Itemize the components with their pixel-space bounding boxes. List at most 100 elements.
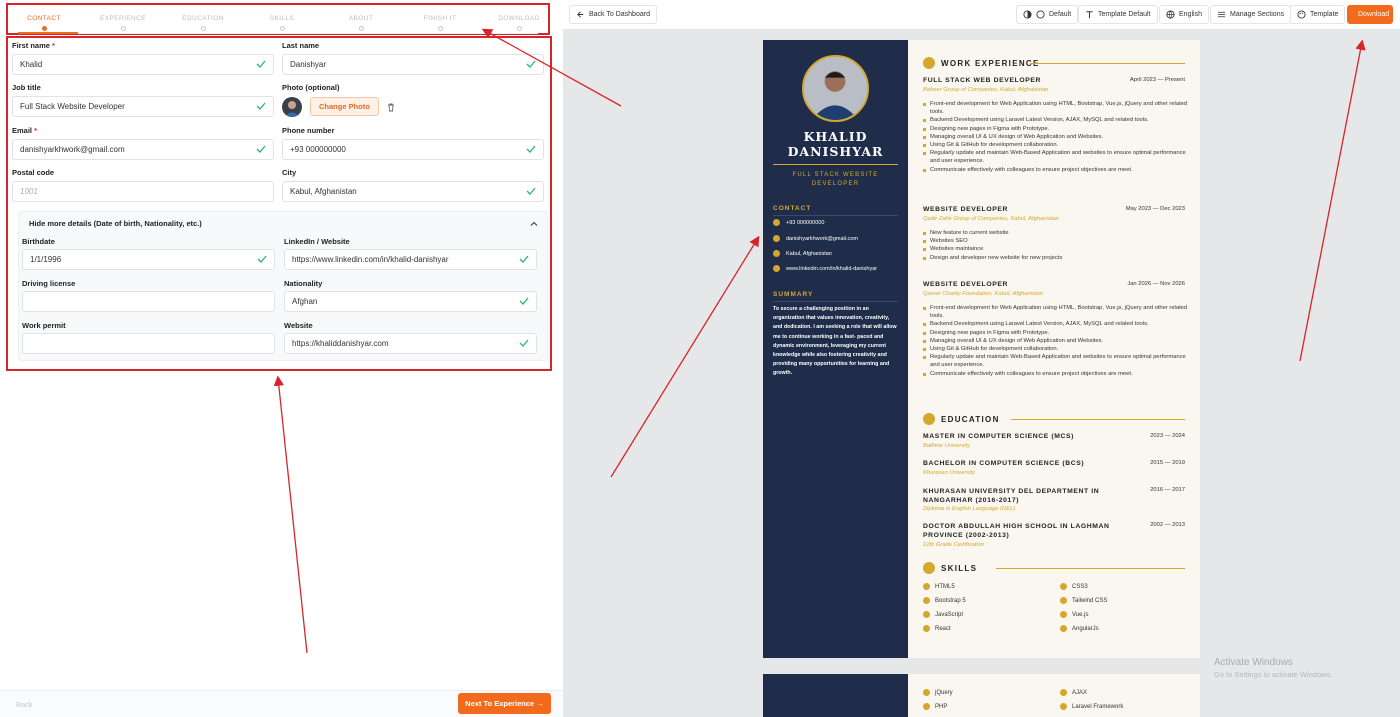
hide-details-toggle[interactable]: Hide more details (Date of birth, Nation… xyxy=(29,219,202,228)
education-heading: EDUCATION xyxy=(923,413,1000,425)
check-circle-icon xyxy=(1060,689,1067,696)
profile-photo xyxy=(802,55,869,122)
job-3-title: WEBSITE DEVELOPER xyxy=(923,281,1008,288)
job-3-date: Jan 2026 — Nov 2026 xyxy=(1127,281,1185,287)
download-button[interactable]: Download xyxy=(1347,5,1393,24)
email-field[interactable]: danishyarkhwork@gmail.com xyxy=(12,139,274,160)
step-finish[interactable]: FINISH IT xyxy=(405,15,475,31)
location-icon xyxy=(773,250,780,257)
back-dashboard-button[interactable]: Back To Dashboard xyxy=(569,5,657,24)
check-icon xyxy=(519,339,529,347)
check-circle-icon xyxy=(1060,625,1067,632)
skill-item: Vue.js xyxy=(1060,611,1088,618)
phone-field[interactable]: +93 000000000 xyxy=(282,139,544,160)
summary-text: To secure a challenging position in an o… xyxy=(773,306,897,377)
more-details-section: Hide more details (Date of birth, Nation… xyxy=(18,211,548,361)
bullet: Managing overall UI & UX design of Web A… xyxy=(923,133,1188,141)
job-1-bullets: Front-end development for Web Applicatio… xyxy=(923,100,1188,174)
skill-item: Bootstrap 5 xyxy=(923,597,966,604)
contrast-icon xyxy=(1023,10,1032,19)
phone-icon xyxy=(773,219,780,226)
birthdate-field[interactable]: 1/1/1996 xyxy=(22,249,275,270)
step-download[interactable]: DOWNLOAD xyxy=(484,15,554,31)
bullet: Designing new pages in Figma with Protot… xyxy=(923,125,1188,133)
postal-code-field[interactable]: 1001 xyxy=(12,181,274,202)
edu-4-date: 2002 — 2013 xyxy=(1150,522,1185,528)
skill-item: PHP xyxy=(923,703,947,710)
form-footer: Back Next To Experience → xyxy=(0,690,563,717)
manage-sections-button[interactable]: Manage Sections xyxy=(1210,5,1292,24)
activate-windows-subtitle: Go to Settings to activate Windows. xyxy=(1214,670,1333,679)
bullet: Backend Development using Laravel Latest… xyxy=(923,320,1188,328)
first-name-label: First name * xyxy=(12,41,55,50)
check-icon xyxy=(519,255,529,263)
step-education[interactable]: EDUCATION xyxy=(168,15,238,31)
linkedin-field[interactable]: https://www.linkedin.com/in/khalid-danis… xyxy=(284,249,537,270)
skill-item: Tailwind CSS xyxy=(1060,597,1107,604)
postal-code-label: Postal code xyxy=(12,168,55,177)
check-icon xyxy=(256,145,266,153)
job-title-field[interactable]: Full Stack Website Developer xyxy=(12,96,274,117)
resume-first-name: KHALID xyxy=(803,129,868,144)
city-field[interactable]: Kabul, Afghanistan xyxy=(282,181,544,202)
download-label: Download xyxy=(1358,11,1390,18)
last-name-field[interactable]: Danishyar xyxy=(282,54,544,75)
resume-page-2: jQuery AJAX PHP Laravel Framework xyxy=(763,674,1200,717)
edu-4-org: 12th Grade Certification xyxy=(923,542,985,548)
check-icon xyxy=(256,102,266,110)
step-experience[interactable]: EXPERIENCE xyxy=(88,15,158,31)
check-icon xyxy=(526,145,536,153)
edu-1-date: 2023 — 2024 xyxy=(1150,433,1185,439)
stepper: CONTACT EXPERIENCE EDUCATION SKILLS ABOU… xyxy=(6,3,550,35)
bullet: Regularly update and maintain Web-Based … xyxy=(923,149,1188,165)
template-default-button[interactable]: Template Default xyxy=(1078,5,1158,24)
next-experience-button[interactable]: Next To Experience → xyxy=(458,693,551,714)
bullet: Communicate effectively with colleagues … xyxy=(923,166,1188,174)
template-default-label: Template Default xyxy=(1098,11,1151,18)
default-theme-button[interactable]: Default xyxy=(1016,5,1079,24)
default-label: Default xyxy=(1049,11,1072,18)
bullet: Designing new pages in Figma with Protot… xyxy=(923,329,1188,337)
email-label: Email * xyxy=(12,126,38,135)
template-button[interactable]: Template xyxy=(1290,5,1346,24)
job-2-org: Qadir Zahir Group of Companies, Kabul, A… xyxy=(923,216,1059,222)
first-name-field[interactable]: Khalid xyxy=(12,54,274,75)
chevron-up-icon[interactable] xyxy=(530,220,538,228)
resume-last-name: DANISHYAR xyxy=(787,144,884,159)
work-permit-field[interactable] xyxy=(22,333,275,354)
job-2-bullets: New feature to current website Websites … xyxy=(923,229,1188,262)
edu-1-title: MASTER IN COMPUTER SCIENCE (MCS) xyxy=(923,433,1074,440)
contact-location: Kabul, Afghanistan xyxy=(773,250,832,257)
nationality-label: Nationality xyxy=(284,279,323,288)
palette-icon xyxy=(1297,10,1306,19)
stepper-progress xyxy=(18,32,78,34)
step-about[interactable]: ABOUT xyxy=(326,15,396,31)
skill-item: jQuery xyxy=(923,689,953,696)
check-icon xyxy=(526,187,536,195)
website-label: Website xyxy=(284,321,313,330)
sliders-icon xyxy=(1217,11,1226,18)
contact-form: First name * Khalid Last name Danishyar … xyxy=(6,36,552,371)
language-button[interactable]: English xyxy=(1159,5,1209,24)
website-field[interactable]: https://khaliddanishyar.com xyxy=(284,333,537,354)
summary-divider xyxy=(773,301,898,302)
bullet: Front-end development for Web Applicatio… xyxy=(923,304,1188,320)
contact-linkedin: www.linkedin.com/in/khalid-danishyar xyxy=(773,265,877,272)
edu-3-title: KHURASAN UNIVERSITY DEL DEPARTMENT IN NA… xyxy=(923,488,1100,504)
back-button[interactable]: Back xyxy=(16,700,33,709)
step-contact[interactable]: CONTACT xyxy=(9,15,79,31)
bullet: Websites SEO xyxy=(923,237,1188,245)
trash-icon[interactable] xyxy=(386,102,396,112)
linkedin-label: LinkedIn / Website xyxy=(284,237,350,246)
work-permit-label: Work permit xyxy=(22,321,66,330)
step-skills[interactable]: SKILLS xyxy=(247,15,317,31)
resume-sidebar-2 xyxy=(763,674,908,717)
edu-2-date: 2015 — 2019 xyxy=(1150,460,1185,466)
nationality-field[interactable]: Afghan xyxy=(284,291,537,312)
check-circle-icon xyxy=(923,703,930,710)
arrow-left-icon xyxy=(577,11,584,18)
driving-license-field[interactable] xyxy=(22,291,275,312)
edu-1-org: Bakhtar University xyxy=(923,443,971,449)
photo-thumbnail xyxy=(282,97,302,117)
change-photo-button[interactable]: Change Photo xyxy=(310,97,379,116)
